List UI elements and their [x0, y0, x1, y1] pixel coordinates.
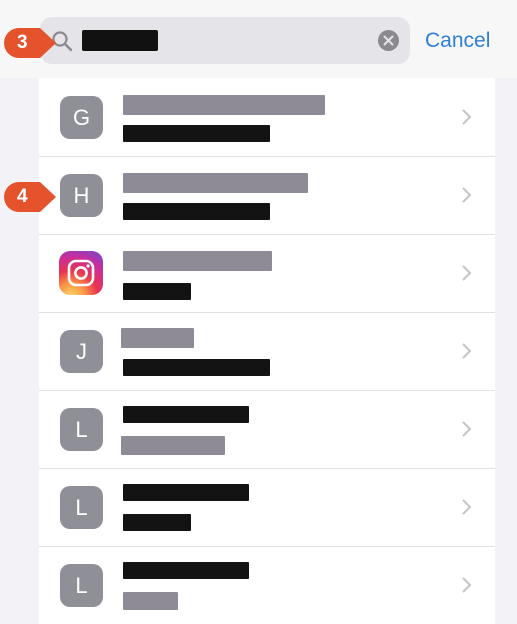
list-item[interactable]: [39, 234, 495, 312]
clear-icon[interactable]: [378, 30, 399, 51]
subtitle-redacted: [123, 283, 191, 300]
chevron-right-icon: [462, 577, 472, 593]
list-item[interactable]: L: [39, 546, 495, 624]
avatar: G: [60, 96, 103, 139]
search-bar: Cancel: [0, 0, 517, 78]
callout-label: 4: [17, 186, 28, 207]
list-item[interactable]: L: [39, 390, 495, 468]
title-redacted: [123, 562, 249, 579]
callout-label: 3: [17, 32, 28, 53]
title-redacted: [123, 484, 249, 501]
chevron-right-icon: [462, 343, 472, 359]
avatar: J: [60, 330, 103, 373]
step-callout-3: 3: [4, 28, 56, 58]
chevron-right-icon: [462, 499, 472, 515]
chevron-right-icon: [462, 109, 472, 125]
subtitle-redacted: [121, 436, 225, 455]
title-redacted: [123, 95, 325, 115]
results-list: G H J L L L: [39, 78, 495, 624]
list-item[interactable]: G: [39, 78, 495, 156]
search-field[interactable]: [40, 17, 410, 64]
search-query-redacted: [82, 30, 158, 51]
title-redacted: [123, 251, 272, 271]
chevron-right-icon: [462, 187, 472, 203]
subtitle-redacted: [123, 203, 270, 220]
avatar: L: [60, 408, 103, 451]
avatar: L: [60, 564, 103, 607]
instagram-icon: [59, 251, 103, 295]
step-callout-4: 4: [4, 182, 56, 212]
chevron-right-icon: [462, 265, 472, 281]
list-item[interactable]: J: [39, 312, 495, 390]
subtitle-redacted: [123, 125, 270, 142]
title-redacted: [123, 173, 308, 193]
title-redacted: [123, 406, 249, 423]
chevron-right-icon: [462, 421, 472, 437]
subtitle-redacted: [123, 514, 191, 531]
subtitle-redacted: [123, 359, 270, 376]
subtitle-redacted: [123, 592, 178, 610]
title-redacted: [121, 328, 194, 348]
avatar: H: [60, 174, 103, 217]
cancel-button[interactable]: Cancel: [425, 27, 490, 54]
list-item[interactable]: H: [39, 156, 495, 234]
list-item[interactable]: L: [39, 468, 495, 546]
avatar: L: [60, 486, 103, 529]
